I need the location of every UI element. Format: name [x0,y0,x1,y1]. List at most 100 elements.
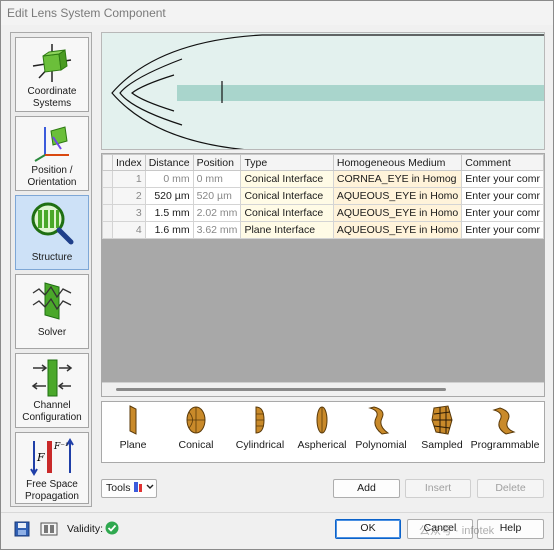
column-header-medium[interactable]: Homogeneous Medium [332,154,463,171]
corner-header [102,154,113,171]
aspherical-interface-icon [316,406,328,434]
interface-table-grid: Index Distance Position Type Homogeneous… [102,154,544,239]
palette-item-sampled[interactable]: Sampled [418,404,466,451]
row-selector[interactable] [102,187,113,205]
nav-solver[interactable]: Solver [15,274,89,349]
nav-free-space-propagation[interactable]: F F⁻¹ Free Space Propagation [15,432,89,504]
tools-dropdown-button[interactable]: Tools [101,479,157,498]
column-header-type[interactable]: Type [240,154,334,171]
nav-channel-configuration[interactable]: Channel Configuration [15,353,89,428]
position-orientation-icon [34,126,69,162]
window-title: Edit Lens System Component [1,1,553,25]
cell-type[interactable]: Conical Interface [240,204,334,222]
palette-item-polynomial[interactable]: Polynomial [352,404,410,451]
structure-preview [101,32,545,150]
palette-label: Cylindrical [235,439,285,451]
structure-magnifier-icon [31,202,74,245]
catalog-icon[interactable] [40,521,58,537]
nav-label: Structure [31,252,73,263]
cell-comment[interactable]: Enter your comr [461,221,544,239]
insert-button[interactable]: Insert [405,479,471,498]
cell-comment[interactable]: Enter your comr [461,170,544,188]
svg-text:F: F [36,451,45,464]
nav-structure[interactable]: Structure [15,195,89,270]
svg-text:F⁻¹: F⁻¹ [53,442,69,452]
scrollbar-thumb[interactable] [116,388,446,391]
footer-divider [1,512,553,513]
add-button[interactable]: Add [333,479,400,498]
cell-type[interactable]: Conical Interface [240,187,334,205]
row-selector[interactable] [102,221,113,239]
column-header-position[interactable]: Position [192,154,242,171]
nav-coordinate-systems[interactable]: Coordinate Systems [15,37,89,112]
palette-label: Conical [178,439,214,451]
row-selector[interactable] [102,204,113,222]
cell-distance[interactable]: 1.5 mm [144,204,194,222]
table-row[interactable]: 3 1.5 mm 2.02 mm Conical Interface AQUEO… [102,204,544,222]
save-icon[interactable] [14,521,30,537]
cell-position: 2.02 mm [192,204,242,222]
column-header-index[interactable]: Index [112,154,146,171]
cell-index: 3 [112,204,146,222]
nav-label: Position / [31,165,73,176]
polynomial-interface-icon [368,406,390,435]
cell-comment[interactable]: Enter your comr [461,204,544,222]
palette-item-conical[interactable]: Conical [170,404,222,451]
cell-medium[interactable]: CORNEA_EYE in Homog [332,170,463,188]
table-row[interactable]: 4 1.6 mm 3.62 mm Plane Interface AQUEOUS… [102,221,544,239]
palette-item-aspherical[interactable]: Aspherical [292,404,352,451]
edit-lens-system-dialog: Edit Lens System Component Coordinate Sy… [0,0,554,550]
coordinate-systems-icon [32,44,72,82]
solver-icon [32,282,72,320]
interface-palette: Plane Conical Cylindrical Aspherical Pol… [101,401,545,463]
palette-label: Plane [119,439,147,451]
sampled-interface-icon [431,405,453,435]
cell-medium[interactable]: AQUEOUS_EYE in Homo [332,204,463,222]
tools-label: Tools [106,482,131,494]
palette-item-programmable[interactable]: Programmable [468,404,542,451]
nav-label: Channel [33,400,71,411]
palette-item-plane[interactable]: Plane [110,404,156,451]
nav-label: Propagation [25,491,79,502]
interface-table: Index Distance Position Type Homogeneous… [101,153,545,397]
cell-position: 0 mm [192,170,242,188]
cell-index: 2 [112,187,146,205]
palette-label: Aspherical [297,439,347,451]
nav-label: Systems [32,98,72,109]
programmable-interface-icon [492,407,516,435]
row-selector[interactable] [102,170,113,188]
lens-preview-drawing [111,34,544,149]
nav-position-orientation[interactable]: Position / Orientation [15,116,89,191]
table-horizontal-scrollbar[interactable] [102,382,544,396]
palette-label: Programmable [470,439,540,451]
ok-button[interactable]: OK [335,519,401,539]
nav-label: Orientation [27,177,77,188]
column-header-distance[interactable]: Distance [144,154,194,171]
cell-type[interactable]: Conical Interface [240,170,334,188]
cell-position: 520 µm [192,187,242,205]
cell-distance[interactable]: 520 µm [144,187,194,205]
cell-index: 4 [112,221,146,239]
cell-comment[interactable]: Enter your comr [461,187,544,205]
channel-configuration-icon [31,359,73,397]
tools-icon [134,482,154,492]
cell-distance[interactable]: 1.6 mm [144,221,194,239]
table-row[interactable]: 2 520 µm 520 µm Conical Interface AQUEOU… [102,187,544,205]
column-header-comment[interactable]: Comment [461,154,544,171]
nav-label: Free Space [26,479,78,490]
fourier-transform-icon: F F⁻¹ [30,438,74,476]
valid-check-icon [105,521,119,535]
cylindrical-interface-icon [255,406,265,434]
cell-medium[interactable]: AQUEOUS_EYE in Homo [332,221,463,239]
plane-interface-icon [129,405,137,435]
cell-position: 3.62 mm [192,221,242,239]
cell-medium[interactable]: AQUEOUS_EYE in Homo [332,187,463,205]
palette-item-cylindrical[interactable]: Cylindrical [230,404,290,451]
table-row[interactable]: 1 0 mm 0 mm Conical Interface CORNEA_EYE… [102,170,544,188]
delete-button[interactable]: Delete [477,479,544,498]
cell-type[interactable]: Plane Interface [240,221,334,239]
validity-label: Validity: [67,523,103,535]
palette-label: Sampled [421,439,463,451]
nav-label: Coordinate [27,86,77,97]
cell-distance[interactable]: 0 mm [144,170,194,188]
